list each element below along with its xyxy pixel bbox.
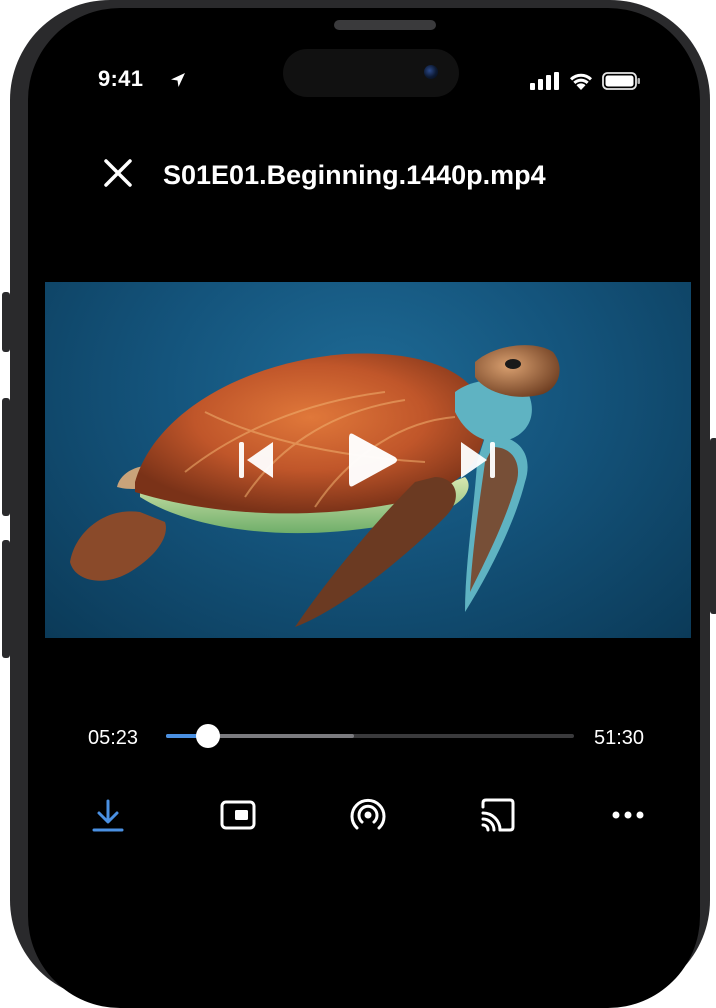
picture-in-picture-icon [220, 800, 256, 830]
picture-in-picture-button[interactable] [216, 793, 260, 837]
airplay-broadcast-icon [350, 798, 386, 830]
power-button [710, 438, 716, 614]
volume-down-button [2, 540, 10, 658]
previous-button[interactable] [235, 438, 279, 487]
silent-switch [2, 292, 10, 352]
close-icon [104, 159, 132, 187]
battery-icon [602, 72, 640, 90]
skip-forward-icon [461, 442, 495, 478]
camera-icon [424, 65, 438, 79]
seek-thumb[interactable] [196, 724, 221, 748]
screen: 9:41 S01E01.Beginning.1440p.mp4 05:23 51… [28, 8, 700, 1008]
video-frame[interactable] [45, 282, 691, 638]
close-button[interactable] [98, 153, 138, 193]
phone-frame: 9:41 S01E01.Beginning.1440p.mp4 05:23 51… [2, 0, 716, 1008]
status-time: 9:41 [98, 66, 144, 91]
play-icon [349, 433, 397, 487]
video-title: S01E01.Beginning.1440p.mp4 [163, 160, 546, 190]
skip-back-icon [239, 442, 273, 478]
wifi-icon [570, 73, 592, 90]
more-button[interactable] [606, 793, 650, 837]
play-button[interactable] [345, 430, 401, 495]
cellular-signal-icon [530, 72, 559, 90]
cast-icon [481, 798, 515, 832]
speaker-grille [334, 20, 436, 30]
total-duration: 51:30 [594, 727, 645, 749]
cast-button[interactable] [476, 793, 520, 837]
current-time: 05:23 [88, 727, 139, 749]
download-icon [92, 799, 124, 832]
seek-bar[interactable] [166, 724, 574, 748]
location-arrow-icon [171, 73, 185, 87]
airplay-button[interactable] [346, 793, 390, 837]
volume-up-button [2, 398, 10, 516]
dynamic-island [283, 49, 459, 97]
more-icon [612, 811, 644, 819]
download-button[interactable] [86, 793, 130, 837]
next-button[interactable] [455, 438, 499, 487]
